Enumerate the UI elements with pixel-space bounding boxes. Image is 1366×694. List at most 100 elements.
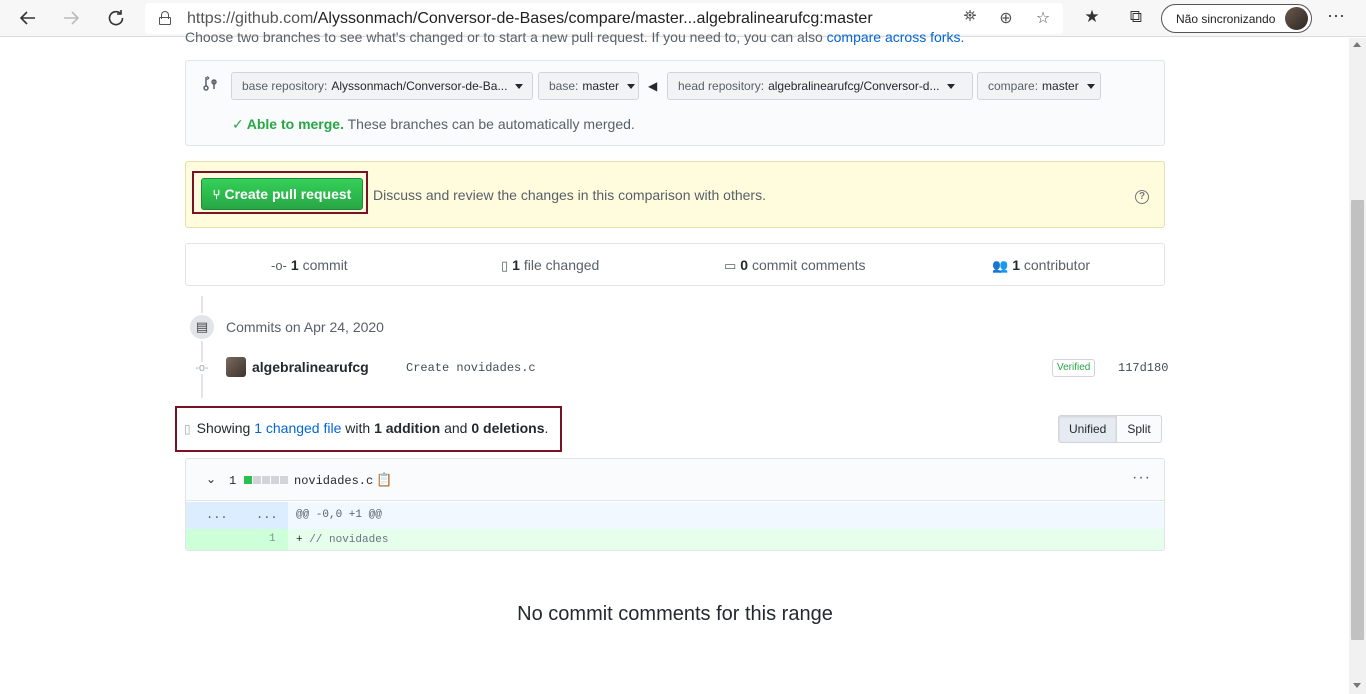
commit-message-link[interactable]: Create novidades.c xyxy=(406,361,536,375)
head-repo-label: head repository: xyxy=(678,79,765,93)
split-view-button[interactable]: Split xyxy=(1117,415,1162,443)
files-label: file changed xyxy=(523,257,600,273)
more-menu-icon[interactable]: ··· xyxy=(1327,5,1345,26)
profile-button[interactable]: Não sincronizando xyxy=(1161,4,1312,33)
comments-label: commit comments xyxy=(751,257,866,273)
diffstat-block xyxy=(280,476,288,484)
hunk-expand-right[interactable]: ... xyxy=(256,508,278,522)
diffstat-block xyxy=(253,476,261,484)
merge-status-label: Able to merge. xyxy=(246,116,344,132)
base-repo-value: Alyssonmach/Conversor-de-Ba... xyxy=(331,79,508,93)
file-name-link[interactable]: novidades.c xyxy=(294,474,373,488)
commits-date-heading: Commits on Apr 24, 2020 xyxy=(226,319,384,335)
question-icon[interactable]: ? xyxy=(1135,190,1149,204)
file-diff-icon: ▯ xyxy=(501,258,509,273)
reload-button[interactable] xyxy=(97,3,135,33)
caret-down-icon xyxy=(947,83,956,89)
create-pull-request-button[interactable]: ⑂ Create pull request xyxy=(201,178,363,210)
summary-and: and xyxy=(444,420,468,436)
caret-down-icon xyxy=(627,83,636,89)
url-path: /Alyssonmach/Conversor-de-Bases/compare/… xyxy=(313,10,873,27)
clipboard-icon[interactable]: 📋 xyxy=(376,472,392,488)
diffstat-block xyxy=(262,476,270,484)
compare-stats: -o- 1 commit ▯ 1 file changed ▭ 0 commit co… xyxy=(185,243,1165,286)
git-pull-request-icon: ⑂ xyxy=(212,186,221,202)
commit-author-link[interactable]: algebralinearufcg xyxy=(252,359,369,375)
diffstat-block xyxy=(244,476,252,484)
forward-button[interactable] xyxy=(52,3,90,33)
vertical-scrollbar[interactable] xyxy=(1349,38,1366,694)
intro-text: Choose two branches to see what's change… xyxy=(185,29,823,45)
addition-line: 1 + // novidades xyxy=(186,529,1164,550)
hunk-header-text: @@ -0,0 +1 @@ xyxy=(296,509,382,521)
hunk-expand-left[interactable]: ... xyxy=(206,508,228,522)
comments-count: 0 xyxy=(740,257,749,273)
no-comments-heading: No commit comments for this range xyxy=(517,603,833,625)
git-compare-icon xyxy=(202,75,218,96)
range-editor: base repository: Alyssonmach/Conversor-d… xyxy=(185,60,1165,146)
line-prefix: + xyxy=(296,534,310,546)
back-button[interactable] xyxy=(9,3,47,33)
caret-down-icon xyxy=(1086,83,1095,89)
compare-forks-link[interactable]: compare across forks. xyxy=(827,29,965,45)
changed-files-link[interactable]: 1 changed file xyxy=(254,420,341,436)
diffstat-block xyxy=(271,476,279,484)
file-actions-menu[interactable]: ··· xyxy=(1132,469,1151,487)
arrow-left-icon xyxy=(19,11,35,25)
base-repository-select[interactable]: base repository: Alyssonmach/Conversor-d… xyxy=(231,72,533,100)
caret-down-icon xyxy=(515,83,524,89)
hunk-numbers[interactable]: ... ... xyxy=(186,502,288,529)
base-label: base: xyxy=(549,79,579,93)
lock-icon xyxy=(159,11,171,25)
url-host: https://github.com xyxy=(187,10,314,27)
compare-branch-select[interactable]: compare: master xyxy=(977,72,1101,100)
diff-view-toggle: Unified Split xyxy=(1058,415,1162,443)
git-commit-icon: -o- xyxy=(195,362,209,374)
diffstat xyxy=(244,476,288,484)
base-branch-select[interactable]: base: master xyxy=(538,72,639,100)
avatar xyxy=(1285,7,1308,30)
contributors-count: 1 xyxy=(1012,257,1020,273)
compare-intro: Choose two branches to see what's change… xyxy=(185,29,964,45)
commit-sha-link[interactable]: 117d180 xyxy=(1118,361,1168,375)
scroll-thumb[interactable] xyxy=(1351,200,1364,640)
timeline-line xyxy=(201,296,203,398)
collections-icon[interactable]: ⧉ xyxy=(1124,7,1148,27)
scroll-down-icon[interactable] xyxy=(1353,683,1361,688)
hunk-header-row: ... ... @@ -0,0 +1 @@ xyxy=(186,502,1164,529)
commits-stat[interactable]: -o- 1 commit xyxy=(271,257,348,273)
favorites-icon[interactable]: ★ xyxy=(1080,7,1104,27)
head-repository-select[interactable]: head repository: algebralinearufcg/Conve… xyxy=(667,72,973,100)
line-number[interactable]: 1 xyxy=(269,533,276,545)
contributors-label: contributor xyxy=(1023,257,1091,273)
scroll-up-icon[interactable] xyxy=(1353,42,1361,47)
merge-detail: These branches can be automatically merg… xyxy=(347,116,635,132)
comments-stat[interactable]: ▭ 0 commit comments xyxy=(724,257,866,274)
star-icon[interactable]: ☆ xyxy=(1032,8,1054,28)
head-repo-value: algebralinearufcg/Conversor-d... xyxy=(768,79,940,93)
unified-view-button[interactable]: Unified xyxy=(1058,415,1118,443)
chevron-down-icon[interactable]: ⌄ xyxy=(206,472,216,486)
base-value: master xyxy=(582,79,620,93)
deletions-count: 0 deletions xyxy=(471,420,545,436)
check-icon: ✓ xyxy=(232,116,244,132)
profile-label: Não sincronizando xyxy=(1176,11,1276,26)
line-content: // novidades xyxy=(309,534,389,546)
repo-push-icon: ▤ xyxy=(188,313,216,341)
summary-with: with xyxy=(345,420,371,436)
zoom-icon[interactable]: ⊕ xyxy=(995,8,1017,28)
merge-status: ✓ Able to merge. These branches can be au… xyxy=(232,116,635,133)
git-commit-icon: -o- xyxy=(271,258,287,273)
arrow-left-icon: ◀ xyxy=(648,79,658,93)
people-icon: 👥 xyxy=(992,258,1009,273)
avatar[interactable] xyxy=(226,357,246,377)
arrow-right-icon xyxy=(64,11,80,25)
diff-summary: ▯ Showing 1 changed file with 1 addition … xyxy=(184,420,548,436)
verified-badge[interactable]: Verified xyxy=(1052,359,1096,377)
translate-icon[interactable]: ⛯ xyxy=(959,8,981,26)
pr-description: Discuss and review the changes in this c… xyxy=(373,187,766,203)
commits-label: commit xyxy=(302,257,348,273)
files-stat[interactable]: ▯ 1 file changed xyxy=(501,257,599,274)
contributors-stat[interactable]: 👥 1 contributor xyxy=(992,257,1090,274)
summary-prefix: Showing xyxy=(196,420,251,436)
